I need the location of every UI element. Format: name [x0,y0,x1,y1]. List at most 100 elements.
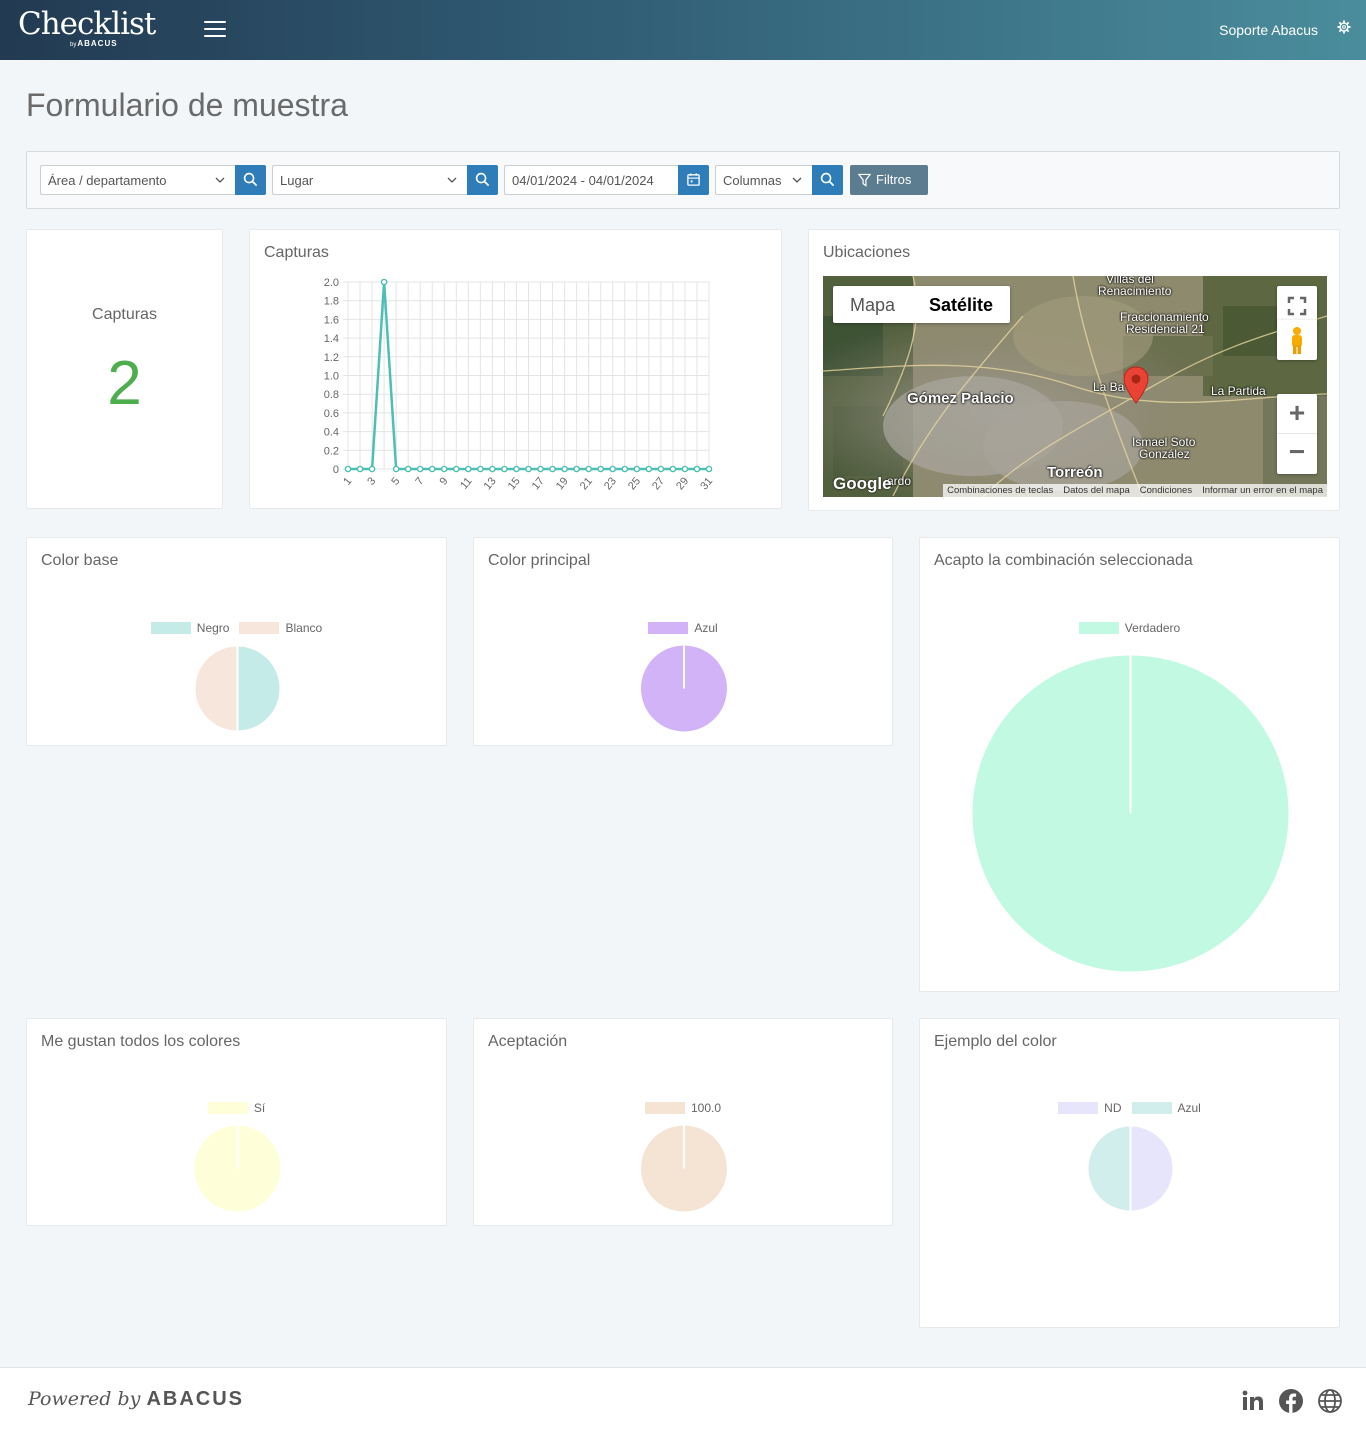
chevron-down-icon [792,177,802,183]
data-point[interactable] [452,465,460,473]
data-point[interactable] [501,465,508,473]
legend-item[interactable]: 100.0 [644,1101,722,1115]
legend-item[interactable]: Azul [648,621,718,635]
data-point[interactable] [416,465,424,473]
brand-name: Checklist [18,6,156,42]
location-pin-icon[interactable] [1123,366,1149,404]
data-point[interactable] [428,465,436,473]
y-tick-label: 1.4 [324,333,339,345]
data-point[interactable] [621,465,629,473]
data-point[interactable] [645,465,653,473]
legend-item[interactable]: Negro [150,621,229,635]
legend-swatch [1078,622,1119,634]
street-view-button[interactable] [1277,320,1317,360]
pie-slice[interactable] [1086,1124,1132,1213]
card-title: Ejemplo del color [934,1033,1057,1050]
page-footer: Powered by ABACUS [0,1367,1366,1430]
y-tick-label: 0 [333,464,339,476]
columnas-select[interactable]: Columnas [715,165,813,195]
user-menu[interactable]: Soporte Abacus [1219,22,1318,38]
data-point[interactable] [404,465,412,473]
locations-card: Ubicaciones Villas del Renacimiento Frac… [808,229,1340,511]
hamburger-menu-icon[interactable] [204,21,226,39]
captures-chart-card: Capturas 0 0.2 0.4 0.6 0.8 1.0 1.2 1.4 1.6 1.8 2.0… [249,229,782,509]
legend-label: Blanco [285,621,323,635]
chart-legend: Azul [474,621,892,635]
satellite-tab[interactable]: Satélite [912,286,1010,323]
date-range-input[interactable]: 04/01/2024 - 04/01/2024 [504,165,679,195]
data-point[interactable] [693,465,701,473]
brand-logo[interactable]: Checklist byABACUS [18,6,156,48]
legend-item[interactable]: ND [1058,1101,1122,1115]
data-point[interactable] [573,465,580,473]
data-point[interactable] [368,465,376,473]
map-footer-link[interactable]: Informar un error en el mapa [1202,485,1323,496]
lugar-select[interactable]: Lugar [272,165,468,195]
data-point[interactable] [633,465,641,473]
filters-button[interactable]: Filtros [850,165,928,195]
zoom-in-button[interactable]: + [1277,394,1317,434]
pie-card-ejemplo: Ejemplo del color ND Azul [919,1018,1340,1328]
map-footer-link[interactable]: Combinaciones de teclas [947,485,1053,496]
pie-card-color-principal: Color principal Azul [473,537,893,746]
data-point[interactable] [525,465,532,473]
legend-label: Azul [694,621,718,635]
legend-item[interactable]: Sí [207,1101,265,1115]
legend-label: ND [1104,1101,1122,1115]
data-point[interactable] [537,465,544,473]
map-label: La Partida [1211,384,1266,398]
card-title: Color base [41,552,119,569]
lugar-search-button[interactable] [467,165,498,195]
zoom-out-button[interactable]: − [1277,434,1317,474]
pie-slice[interactable] [193,644,239,733]
data-point[interactable] [681,465,689,473]
data-point[interactable] [392,465,400,473]
linkedin-icon[interactable] [1240,1388,1266,1414]
filter-bar: Área / departamento Lugar 04/01/2024 - 0… [26,151,1340,209]
data-point[interactable] [609,465,617,473]
calendar-button[interactable] [678,165,709,195]
data-point[interactable] [440,465,448,473]
data-point[interactable] [356,465,364,473]
legend-item[interactable]: Blanco [239,621,322,635]
legend-item[interactable]: Azul [1131,1101,1201,1115]
pie-chart [641,645,727,732]
chart-legend: ND Azul [920,1101,1339,1115]
chevron-down-icon [215,177,225,183]
data-point[interactable] [549,465,556,473]
y-tick-label: 2.0 [324,277,339,289]
pie-slice[interactable] [1129,1124,1175,1213]
x-tick-label: 17 [530,475,547,492]
area-search-button[interactable] [235,165,266,195]
data-point[interactable] [561,465,568,473]
chart-legend: Verdadero [920,621,1339,635]
data-point[interactable] [705,465,713,473]
data-point[interactable] [477,465,484,473]
pie-card-me-gustan: Me gustan todos los colores Sí [26,1018,447,1226]
map-footer-link[interactable]: Condiciones [1140,485,1192,496]
data-point[interactable] [669,465,677,473]
map-footer-link[interactable]: Datos del mapa [1063,485,1130,496]
data-point[interactable] [380,278,388,286]
pie-slice[interactable] [236,644,282,733]
data-point[interactable] [585,465,592,473]
data-point[interactable] [513,465,520,473]
pie-chart [972,655,1289,972]
area-select[interactable]: Área / departamento [40,165,236,195]
data-point[interactable] [465,465,472,473]
legend-label: 100.0 [690,1101,722,1115]
x-tick-label: 27 [650,475,667,492]
data-point[interactable] [597,465,605,473]
data-point[interactable] [489,465,496,473]
globe-icon[interactable] [1317,1388,1343,1414]
chart-legend: 100.0 [474,1101,892,1115]
map-tab[interactable]: Mapa [833,286,912,323]
legend-item[interactable]: Verdadero [1078,621,1180,635]
satellite-map[interactable]: Villas del Renacimiento Fraccionamiento … [823,276,1327,497]
columnas-search-button[interactable] [812,165,843,195]
data-point[interactable] [344,465,352,473]
facebook-icon[interactable] [1278,1388,1304,1414]
y-tick-label: 1.8 [324,296,339,308]
data-point[interactable] [657,465,665,473]
gear-icon[interactable] [1337,20,1351,34]
